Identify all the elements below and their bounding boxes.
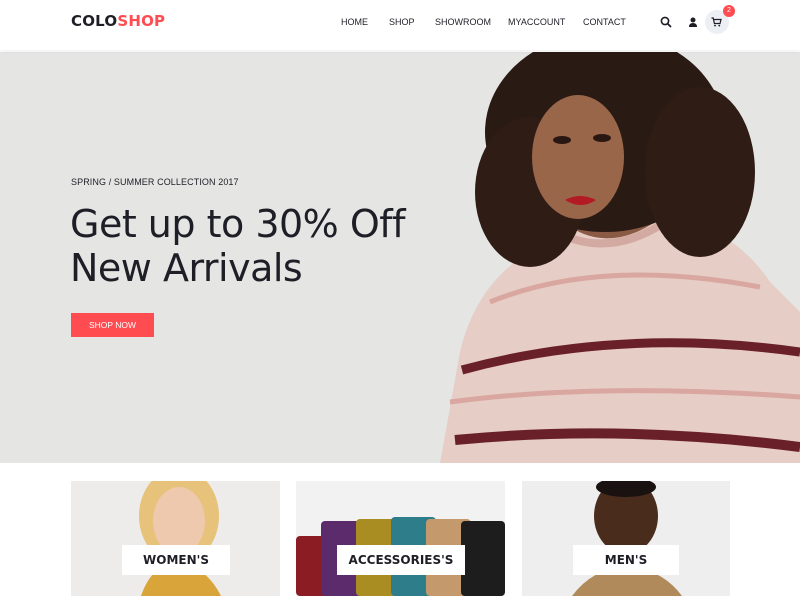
user-icon[interactable] (686, 15, 700, 29)
nav-item-home[interactable]: HOME (341, 17, 368, 27)
banner-womens[interactable]: WOMEN'S (71, 481, 280, 596)
cart-icon (711, 17, 722, 27)
hero-title-line-2: New Arrivals (70, 246, 303, 290)
banner-label-mens: MEN'S (573, 545, 679, 575)
banner-mens[interactable]: MEN'S (522, 481, 730, 596)
hero-title-line-1: Get up to 30% Off (70, 202, 406, 246)
accessories-banner-image (296, 481, 505, 596)
site-header: COLOSHOP HOME SHOP SHOWROOM MYACCOUNT CO… (0, 0, 800, 50)
search-icon[interactable] (659, 15, 673, 29)
nav-item-showroom[interactable]: SHOWROOM (435, 17, 491, 27)
hero-slider: SPRING / SUMMER COLLECTION 2017 Get up t… (0, 52, 800, 463)
banner-accessories[interactable]: ACCESSORIES'S (296, 481, 505, 596)
hero-subtitle: SPRING / SUMMER COLLECTION 2017 (71, 177, 239, 187)
hero-model-image (440, 52, 800, 463)
cart-count-badge: 2 (723, 5, 735, 17)
banner-label-womens: WOMEN'S (122, 545, 230, 575)
shop-now-button[interactable]: SHOP NOW (71, 313, 154, 337)
nav-item-contact[interactable]: CONTACT (583, 17, 626, 27)
main-nav: HOME SHOP SHOWROOM MYACCOUNT CONTACT (0, 17, 800, 31)
banner-label-accessories: ACCESSORIES'S (337, 545, 465, 575)
hero-title: Get up to 30% Off New Arrivals (70, 202, 450, 290)
mens-banner-image (522, 481, 730, 596)
womens-banner-image (71, 481, 280, 596)
nav-item-shop[interactable]: SHOP (389, 17, 415, 27)
nav-item-myaccount[interactable]: MYACCOUNT (508, 17, 565, 27)
cart-button[interactable]: 2 (705, 5, 735, 34)
